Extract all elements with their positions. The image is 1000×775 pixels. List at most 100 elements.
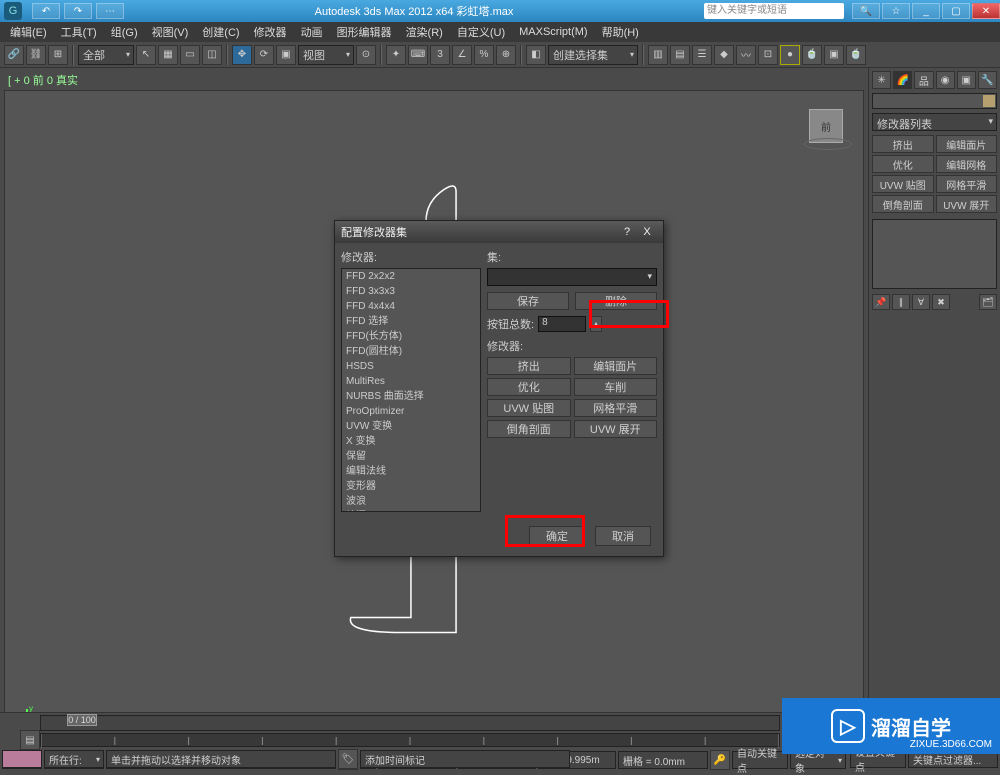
tab-create-icon[interactable]: ✳ [872,71,891,89]
mod-btn-uvw-unwrap[interactable]: UVW 展开 [936,195,998,213]
modifier-list-item[interactable]: UVW 变换 [342,419,480,434]
tab-motion-icon[interactable]: ◉ [936,71,955,89]
set-btn-6[interactable]: 倒角剖面 [487,420,571,438]
set-dropdown[interactable] [487,268,657,286]
mod-btn-optimize[interactable]: 优化 [872,155,934,173]
time-slider[interactable]: 0 / 100 [40,715,780,731]
save-set-button[interactable]: 保存 [487,292,569,310]
menu-edit[interactable]: 编辑(E) [4,22,53,42]
ok-button[interactable]: 确定 [529,526,585,546]
viewport-label[interactable]: [ + 0 前 0 真实 [4,70,864,90]
named-selection-dropdown[interactable]: 创建选择集 [548,45,638,65]
spinner-snap-icon[interactable]: ⊕ [496,45,516,65]
object-color-swatch[interactable] [872,93,997,109]
select-name-icon[interactable]: ▦ [158,45,178,65]
unlink-icon[interactable]: ⛓ [26,45,46,65]
align-icon[interactable]: ▤ [670,45,690,65]
close-button[interactable]: ✕ [972,3,1000,19]
keyboard-short-icon[interactable]: ⌨ [408,45,428,65]
modifier-list-item[interactable]: NURBS 曲面选择 [342,389,480,404]
modifier-list-item[interactable]: FFD 选择 [342,314,480,329]
modifier-stack[interactable] [872,219,997,289]
percent-snap-icon[interactable]: % [474,45,494,65]
dialog-help-button[interactable]: ? [617,226,637,238]
make-unique-icon[interactable]: ∀ [912,294,930,310]
modifier-list-item[interactable]: FFD(圆柱体) [342,344,480,359]
set-btn-0[interactable]: 挤出 [487,357,571,375]
tab-display-icon[interactable]: ▣ [957,71,976,89]
add-time-tag[interactable]: 添加时间标记 [360,750,570,768]
help-icon[interactable]: 🔍 [852,3,880,19]
menu-create[interactable]: 创建(C) [196,22,245,42]
curve-editor-icon[interactable]: 〰 [736,45,756,65]
qat-btn[interactable]: ↶ [32,3,60,19]
delete-set-button[interactable]: 删除 [575,292,657,310]
tab-hierarchy-icon[interactable]: 品 [914,71,933,89]
modifier-list-item[interactable]: X 变换 [342,434,480,449]
modifier-list-item[interactable]: FFD 3x3x3 [342,284,480,299]
modifier-list-item[interactable]: 变形器 [342,479,480,494]
snap-toggle-icon[interactable]: 3 [430,45,450,65]
window-crossing-icon[interactable]: ◫ [202,45,222,65]
render-frame-icon[interactable]: ▣ [824,45,844,65]
app-icon[interactable]: G [4,2,22,20]
modifier-list-item[interactable]: ProOptimizer [342,404,480,419]
modifier-list-item[interactable]: 保留 [342,449,480,464]
present-line-dropdown-2[interactable]: 所在行: [44,750,104,768]
manipulate-icon[interactable]: ✦ [386,45,406,65]
track-view-icon[interactable]: ▤ [20,730,40,750]
modifier-list-dropdown[interactable]: 修改器列表 [872,113,997,131]
modifier-list-item[interactable]: 波浪 [342,494,480,509]
modifier-list-item[interactable]: FFD(长方体) [342,329,480,344]
time-ruler[interactable] [40,733,780,747]
mod-btn-bevel-profile[interactable]: 倒角剖面 [872,195,934,213]
mod-btn-edit-patch[interactable]: 编辑面片 [936,135,998,153]
set-btn-2[interactable]: 优化 [487,378,571,396]
set-btn-5[interactable]: 网格平滑 [574,399,658,417]
tab-utilities-icon[interactable]: 🔧 [978,71,997,89]
material-editor-icon[interactable]: ● [780,45,800,65]
select-region-icon[interactable]: ▭ [180,45,200,65]
named-sel-icon[interactable]: ◧ [526,45,546,65]
maximize-button[interactable]: ▢ [942,3,970,19]
modifier-list-item[interactable]: FFD 4x4x4 [342,299,480,314]
set-btn-7[interactable]: UVW 展开 [574,420,658,438]
menu-render[interactable]: 渲染(R) [400,22,449,42]
help-search-input[interactable]: 键入关键字或短语 [704,3,844,19]
selection-filter-dropdown[interactable]: 全部 [78,45,134,65]
angle-snap-icon[interactable]: ∠ [452,45,472,65]
scale-tool-icon[interactable]: ▣ [276,45,296,65]
link-icon[interactable]: 🔗 [4,45,24,65]
schematic-icon[interactable]: ⊡ [758,45,778,65]
render-setup-icon[interactable]: 🍵 [802,45,822,65]
set-btn-3-lathe[interactable]: 车削 [574,378,658,396]
modifier-list-item[interactable]: 补洞 [342,509,480,512]
configure-sets-icon[interactable]: 🗂 [979,294,997,310]
show-end-result-icon[interactable]: ∥ [892,294,910,310]
render-prod-icon[interactable]: 🍵 [846,45,866,65]
menu-customize[interactable]: 自定义(U) [451,22,511,42]
dialog-titlebar[interactable]: 配置修改器集 ? X [335,221,663,243]
select-icon[interactable]: ↖ [136,45,156,65]
menu-graph[interactable]: 图形编辑器 [331,22,398,42]
modifier-listbox[interactable]: FFD 2x2x2FFD 3x3x3FFD 4x4x4FFD 选择FFD(长方体… [341,268,481,512]
dialog-close-button[interactable]: X [637,226,657,238]
move-tool-icon[interactable]: ✥ [232,45,252,65]
pin-stack-icon[interactable]: 📌 [872,294,890,310]
layer-icon[interactable]: ☰ [692,45,712,65]
signin-icon[interactable]: ☆ [882,3,910,19]
graphite-icon[interactable]: ◆ [714,45,734,65]
coord-sys-dropdown[interactable]: 视图 [298,45,354,65]
tab-modify-icon[interactable]: 🌈 [893,71,912,89]
rotate-tool-icon[interactable]: ⟳ [254,45,274,65]
mod-btn-mesh-smooth[interactable]: 网格平滑 [936,175,998,193]
menu-anim[interactable]: 动画 [295,22,329,42]
modifier-list-item[interactable]: FFD 2x2x2 [342,269,480,284]
mirror-icon[interactable]: ▥ [648,45,668,65]
menu-maxscript[interactable]: MAXScript(M) [513,24,593,40]
menu-view[interactable]: 视图(V) [146,22,195,42]
center-pivot-icon[interactable]: ⊙ [356,45,376,65]
qat-btn[interactable]: ⋯ [96,3,124,19]
set-btn-1[interactable]: 编辑面片 [574,357,658,375]
button-total-input[interactable]: 8 [538,316,586,332]
